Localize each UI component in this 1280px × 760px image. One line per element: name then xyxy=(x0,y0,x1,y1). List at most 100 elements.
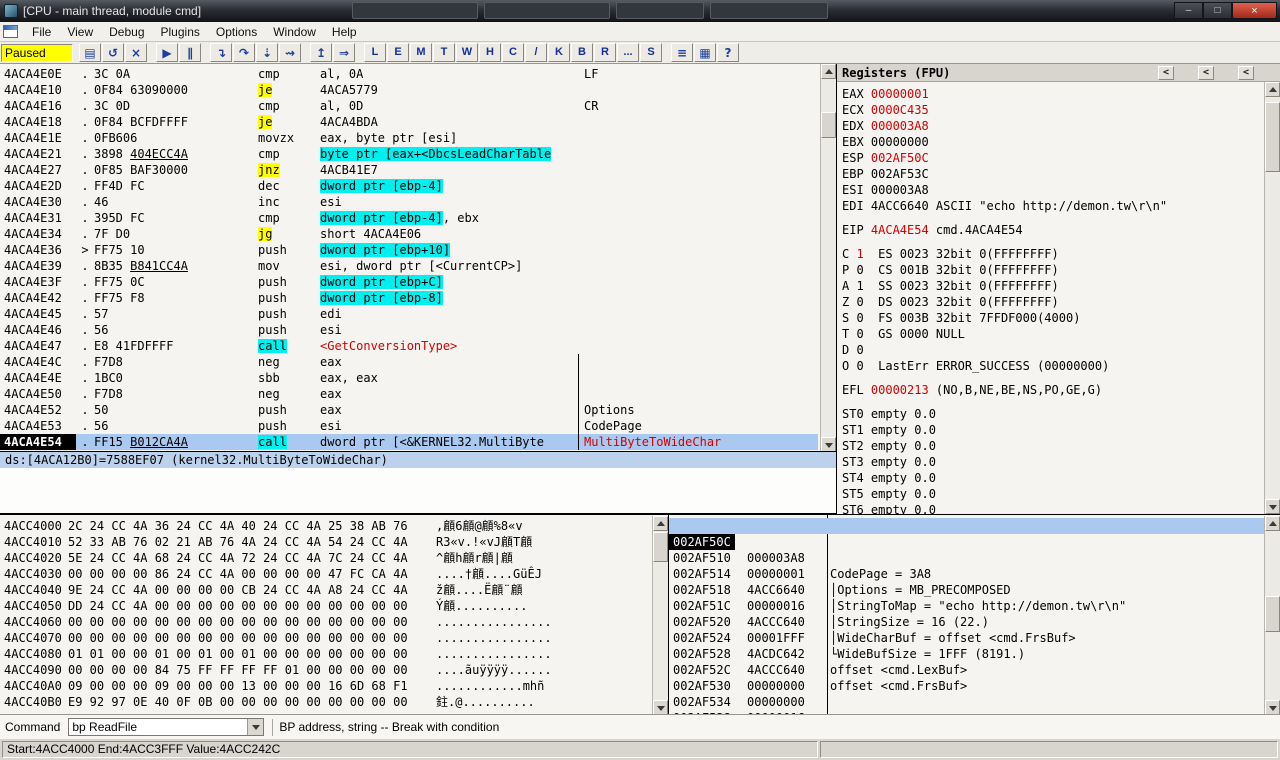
stack-row[interactable]: 002AF524 4ACDC642 offset <cmd.LexBuf> xyxy=(669,614,1265,630)
stack-row[interactable]: 002AF52C 00000000 xyxy=(669,646,1265,662)
toolbar-button[interactable]: ↷ xyxy=(233,43,255,62)
disasm-row[interactable]: 4ACA4E42 . FF75 F8 push dword ptr [ebp-8… xyxy=(0,290,818,306)
toolbar-button[interactable]: ≡ xyxy=(671,43,693,62)
toolbar-letter-button[interactable]: M xyxy=(410,43,432,62)
registers-prev-button[interactable]: < xyxy=(1238,66,1254,80)
toolbar-button[interactable]: ▦ xyxy=(694,43,716,62)
register-line[interactable]: ST3 empty 0.0 xyxy=(837,454,1280,470)
scroll-up-button[interactable] xyxy=(1265,82,1280,97)
disasm-row[interactable]: 4ACA4E18 . 0F84 BCFDFFFF je 4ACA4BDA xyxy=(0,114,818,130)
command-input[interactable] xyxy=(69,719,247,735)
disasm-row[interactable]: 4ACA4E4E . 1BC0 sbb eax, eax xyxy=(0,370,818,386)
stack-row[interactable]: 002AF50C 000003A8 CodePage = 3A8 xyxy=(669,518,1265,534)
disasm-row[interactable]: 4ACA4E47 . E8 41FDFFFF call <GetConversi… xyxy=(0,338,818,354)
background-window-tab[interactable] xyxy=(484,2,610,19)
register-line[interactable]: P 0 CS 001B 32bit 0(FFFFFFFF) xyxy=(837,262,1280,278)
registers-prev-button[interactable]: < xyxy=(1158,66,1174,80)
dump-row[interactable]: 4ACC4080 01 01 00 00 01 00 01 00 01 00 0… xyxy=(0,646,652,662)
register-line[interactable]: C 1 ES 0023 32bit 0(FFFFFFFF) xyxy=(837,246,1280,262)
menu-item[interactable]: File xyxy=(24,23,59,41)
disasm-row[interactable]: 4ACA4E52 . 50 push eax Options xyxy=(0,402,818,418)
register-line[interactable]: ESI 000003A8 xyxy=(837,182,1280,198)
stack-row[interactable]: 002AF520 00001FFF └WideBufSize = 1FFF (8… xyxy=(669,598,1265,614)
toolbar-button[interactable]: ↥ xyxy=(310,43,332,62)
register-line[interactable]: EBX 00000000 xyxy=(837,134,1280,150)
register-line[interactable]: T 0 GS 0000 NULL xyxy=(837,326,1280,342)
toolbar-letter-button[interactable]: / xyxy=(525,43,547,62)
stack-row[interactable]: 002AF510 00000001 │Options = MB_PRECOMPO… xyxy=(669,534,1265,550)
scrollbar-thumb[interactable] xyxy=(1265,596,1280,632)
register-line[interactable]: EIP 4ACA4E54 cmd.4ACA4E54 xyxy=(837,222,1280,238)
dump-row[interactable]: 4ACC4060 00 00 00 00 00 00 00 00 00 00 0… xyxy=(0,614,652,630)
stack-scrollbar[interactable] xyxy=(1264,516,1280,714)
toolbar-letter-button[interactable]: E xyxy=(387,43,409,62)
toolbar-letter-button[interactable]: W xyxy=(456,43,478,62)
toolbar-button[interactable]: ? xyxy=(717,43,739,62)
dump-row[interactable]: 4ACC40B0 E9 92 97 0E 40 0F 0B 00 00 00 0… xyxy=(0,694,652,710)
toolbar-button[interactable]: ▤ xyxy=(79,43,101,62)
register-line[interactable]: S 0 FS 003B 32bit 7FFDF000(4000) xyxy=(837,310,1280,326)
combobox-dropdown-button[interactable] xyxy=(247,719,263,735)
dump-row[interactable]: 4ACC4000 2C 24 CC 4A 36 24 CC 4A 40 24 C… xyxy=(0,518,652,534)
disasm-row[interactable]: 4ACA4E39 . 8B35 B841CC4A mov esi, dword … xyxy=(0,258,818,274)
dump-scrollbar[interactable] xyxy=(652,516,668,714)
dump-row[interactable]: 4ACC4050 DD 24 CC 4A 00 00 00 00 00 00 0… xyxy=(0,598,652,614)
minimize-button[interactable]: – xyxy=(1174,2,1203,19)
registers-prev-button[interactable]: < xyxy=(1198,66,1214,80)
menu-item[interactable]: Window xyxy=(265,23,324,41)
registers-scrollbar[interactable] xyxy=(1264,82,1280,514)
toolbar-button[interactable]: ∥ xyxy=(179,43,201,62)
dump-row[interactable]: 4ACC4010 52 33 AB 76 02 21 AB 76 4A 24 C… xyxy=(0,534,652,550)
register-line[interactable]: EFL 00000213 (NO,B,NE,BE,NS,PO,GE,G) xyxy=(837,382,1280,398)
menu-item[interactable]: View xyxy=(59,23,101,41)
toolbar-button[interactable]: ▶ xyxy=(156,43,178,62)
toolbar-button[interactable]: ↺ xyxy=(102,43,124,62)
toolbar-letter-button[interactable]: T xyxy=(433,43,455,62)
disasm-row[interactable]: 4ACA4E54 . FF15 B012CA4A call dword ptr … xyxy=(0,434,818,450)
register-line[interactable]: Z 0 DS 0023 32bit 0(FFFFFFFF) xyxy=(837,294,1280,310)
toolbar-letter-button[interactable]: ... xyxy=(617,43,639,62)
stack-row[interactable]: 002AF528 4ACCC640 offset <cmd.FrsBuf> xyxy=(669,630,1265,646)
register-line[interactable]: ST6 empty 0.0 xyxy=(837,502,1280,514)
scrollbar-thumb[interactable] xyxy=(1265,102,1280,172)
stack-row[interactable]: 002AF514 4ACC6640 │StringToMap = "echo h… xyxy=(669,550,1265,566)
register-line[interactable]: ST5 empty 0.0 xyxy=(837,486,1280,502)
disasm-row[interactable]: 4ACA4E31 . 395D FC cmp dword ptr [ebp-4]… xyxy=(0,210,818,226)
disasm-row[interactable]: 4ACA4E10 . 0F84 63090000 je 4ACA5779 xyxy=(0,82,818,98)
disasm-row[interactable]: 4ACA4E4C . F7D8 neg eax xyxy=(0,354,818,370)
toolbar-letter-button[interactable]: S xyxy=(640,43,662,62)
stack-row[interactable]: 002AF538 00000007 xyxy=(669,694,1265,710)
disasm-row[interactable]: 4ACA4E16 . 3C 0D cmp al, 0D CR xyxy=(0,98,818,114)
register-line[interactable]: EDI 4ACC6640 ASCII "echo http://demon.tw… xyxy=(837,198,1280,214)
dump-row[interactable]: 4ACC4070 00 00 00 00 00 00 00 00 00 00 0… xyxy=(0,630,652,646)
stack-row[interactable]: 002AF518 00000016 │StringSize = 16 (22.) xyxy=(669,566,1265,582)
menu-item[interactable]: Plugins xyxy=(153,23,208,41)
stack-row[interactable]: 002AF51C 4ACCC640 │WideCharBuf = offset … xyxy=(669,582,1265,598)
toolbar-button[interactable]: ⇝ xyxy=(279,43,301,62)
scroll-up-button[interactable] xyxy=(1265,516,1280,531)
toolbar-button[interactable]: × xyxy=(125,43,147,62)
toolbar-letter-button[interactable]: K xyxy=(548,43,570,62)
register-line[interactable]: EDX 000003A8 xyxy=(837,118,1280,134)
toolbar-letter-button[interactable]: C xyxy=(502,43,524,62)
toolbar-letter-button[interactable]: B xyxy=(571,43,593,62)
disasm-row[interactable]: 4ACA4E50 . F7D8 neg eax xyxy=(0,386,818,402)
disassembly-scrollbar[interactable] xyxy=(820,64,836,452)
stack-row[interactable]: 002AF530 00000000 xyxy=(669,662,1265,678)
register-line[interactable]: ECX 0000C435 xyxy=(837,102,1280,118)
scrollbar-thumb[interactable] xyxy=(821,112,836,138)
disasm-row[interactable]: 4ACA4E46 . 56 push esi xyxy=(0,322,818,338)
scroll-up-button[interactable] xyxy=(821,64,836,79)
disasm-row[interactable]: 4ACA4E1E . 0FB606 movzx eax, byte ptr [e… xyxy=(0,130,818,146)
dump-row[interactable]: 4ACC4040 9E 24 CC 4A 00 00 00 00 CB 24 C… xyxy=(0,582,652,598)
menu-item[interactable]: Debug xyxy=(101,23,152,41)
close-button[interactable]: × xyxy=(1232,2,1277,19)
register-line[interactable]: A 1 SS 0023 32bit 0(FFFFFFFF) xyxy=(837,278,1280,294)
toolbar-button[interactable]: ↴ xyxy=(210,43,232,62)
background-window-tab[interactable] xyxy=(710,2,828,19)
disasm-row[interactable]: 4ACA4E45 . 57 push edi xyxy=(0,306,818,322)
disasm-row[interactable]: 4ACA4E0E . 3C 0A cmp al, 0A LF xyxy=(0,66,818,82)
register-line[interactable]: D 0 xyxy=(837,342,1280,358)
scroll-down-button[interactable] xyxy=(653,700,668,714)
menu-item[interactable]: Options xyxy=(208,23,265,41)
